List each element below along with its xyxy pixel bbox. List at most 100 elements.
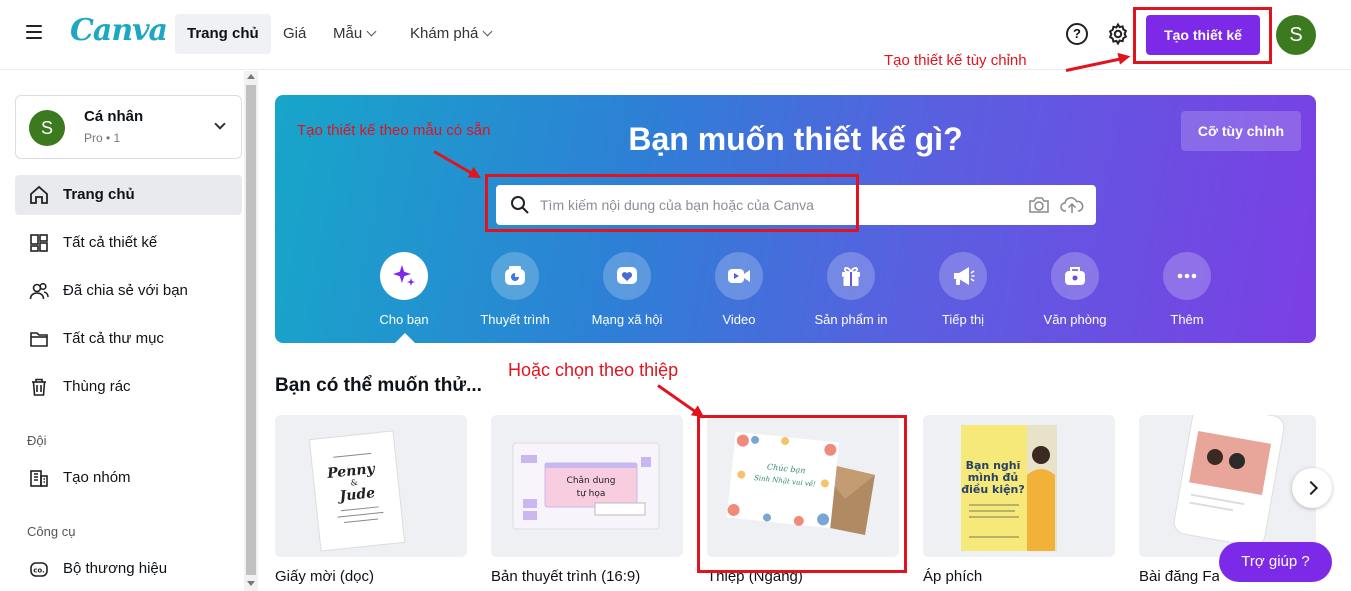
menu-icon[interactable]	[26, 25, 42, 43]
highlight-box-create	[1133, 7, 1272, 64]
home-icon	[30, 185, 48, 204]
category-label: Mạng xã hội	[591, 312, 663, 327]
sidebar-item-label: Đã chia sẻ với bạn	[63, 282, 188, 299]
sidebar-item-label: Thùng rác	[63, 378, 131, 395]
thumb-text: điều kiện?	[961, 483, 1025, 496]
nav-discover[interactable]: Khám phá	[398, 14, 503, 54]
help-button[interactable]: Trợ giúp ?	[1219, 542, 1332, 582]
category-marketing[interactable]: Tiếp thị	[913, 252, 1013, 327]
section-heading-tools: Công cụ	[27, 524, 76, 539]
category-label: Tiếp thị	[941, 312, 985, 327]
account-avatar: S	[29, 110, 65, 146]
annotation-from-template: Tạo thiết kế theo mẫu có sẵn	[297, 122, 491, 139]
poster-thumbnail: Bạn nghĩ mình đủ điều kiện?	[961, 425, 1057, 551]
template-card-presentation[interactable]: Chân dung tự họa	[491, 415, 683, 557]
sidebar-item-label: Tất cả thiết kế	[63, 234, 158, 251]
sidebar-item-label: Tất cả thư mục	[63, 330, 164, 347]
sidebar-item-label: Tạo nhóm	[63, 469, 131, 486]
template-card-label[interactable]: Giấy mời (dọc)	[275, 568, 374, 585]
grid-icon	[30, 234, 48, 252]
presentation-icon	[505, 266, 525, 285]
trash-icon	[32, 378, 46, 396]
template-card-label[interactable]: Bài đăng Face	[1139, 568, 1219, 585]
brand-kit-icon: co.	[30, 562, 48, 577]
template-card-label[interactable]: Áp phích	[923, 568, 982, 585]
template-card-label[interactable]: Bản thuyết trình (16:9)	[491, 568, 640, 585]
sidebar-item-label: Bộ thương hiệu	[63, 560, 168, 577]
highlight-box-greeting	[697, 415, 907, 573]
custom-size-button[interactable]: Cỡ tùy chỉnh	[1181, 111, 1301, 151]
thumb-text: Chân dung	[567, 476, 616, 486]
svg-text:co.: co.	[33, 567, 45, 575]
sparkle-icon	[393, 265, 415, 286]
account-plan: Pro • 1	[84, 131, 121, 145]
template-card-facebook[interactable]	[1139, 415, 1316, 557]
chevron-down-icon	[366, 26, 377, 37]
sidebar-item-home[interactable]: Trang chủ	[15, 175, 242, 215]
scroll-up-icon[interactable]	[247, 74, 255, 79]
nav-discover-label: Khám phá	[410, 25, 479, 42]
facebook-post-thumbnail	[1173, 415, 1285, 547]
category-label: Cho bạn	[379, 312, 429, 327]
category-label: Thuyết trình	[480, 312, 550, 327]
account-switcher[interactable]: S Cá nhân Pro • 1	[15, 95, 242, 159]
category-label: Sản phẩm in	[814, 312, 888, 327]
building-icon	[30, 470, 48, 487]
section-title: Bạn có thể muốn thử...	[275, 375, 482, 396]
megaphone-icon	[954, 267, 975, 285]
gift-icon	[842, 267, 860, 286]
gear-icon[interactable]	[1106, 22, 1130, 46]
sidebar-item-create-team[interactable]: Tạo nhóm	[15, 458, 242, 498]
sidebar-item-shared[interactable]: Đã chia sẻ với bạn	[15, 271, 242, 311]
category-social[interactable]: Mạng xã hội	[577, 252, 677, 327]
chevron-down-icon	[482, 26, 493, 37]
scroll-down-icon[interactable]	[247, 581, 255, 586]
nav-templates-label: Mẫu	[333, 25, 363, 42]
category-more[interactable]: Thêm	[1137, 252, 1237, 327]
template-card-poster[interactable]: Bạn nghĩ mình đủ điều kiện?	[923, 415, 1115, 557]
nav-pricing[interactable]: Giá	[271, 14, 318, 54]
thumb-text: tự họa	[577, 489, 606, 499]
template-card-invitation[interactable]: Penny & Jude	[275, 415, 467, 557]
sidebar-item-folders[interactable]: Tất cả thư mục	[15, 319, 242, 359]
more-icon	[1177, 273, 1197, 279]
nav-templates[interactable]: Mẫu	[321, 14, 387, 54]
section-heading-team: Đội	[27, 433, 47, 448]
sidebar-scrollbar[interactable]	[244, 71, 258, 591]
category-video[interactable]: Video	[689, 252, 789, 327]
scroll-thumb[interactable]	[246, 85, 256, 575]
upload-icon[interactable]	[1060, 195, 1084, 215]
category-label: Văn phòng	[1043, 312, 1107, 327]
annotation-choose-card: Hoặc chọn theo thiệp	[508, 360, 679, 380]
account-name: Cá nhân	[84, 108, 144, 125]
category-presentation[interactable]: Thuyết trình	[465, 252, 565, 327]
avatar[interactable]: S	[1276, 15, 1316, 55]
nav-home[interactable]: Trang chủ	[175, 14, 271, 54]
selected-indicator	[395, 333, 415, 343]
annotation-arrow	[657, 384, 702, 417]
chevron-down-icon	[214, 118, 226, 130]
category-office[interactable]: Văn phòng	[1025, 252, 1125, 327]
camera-icon[interactable]	[1028, 195, 1050, 215]
people-icon	[29, 282, 49, 300]
category-print[interactable]: Sản phẩm in	[801, 252, 901, 327]
video-icon	[728, 269, 750, 283]
category-label: Video	[722, 312, 756, 327]
annotation-custom-design: Tạo thiết kế tùy chỉnh	[884, 52, 1027, 69]
category-for-you[interactable]: Cho bạn	[354, 252, 454, 327]
highlight-box-search	[485, 174, 859, 232]
sidebar: S Cá nhân Pro • 1 Trang chủ Tất cả thiết…	[0, 71, 258, 591]
sidebar-item-trash[interactable]: Thùng rác	[15, 367, 242, 407]
sidebar-item-label: Trang chủ	[63, 186, 135, 203]
invitation-thumbnail: Penny & Jude	[308, 430, 406, 552]
heart-icon	[617, 267, 637, 284]
sidebar-item-all-designs[interactable]: Tất cả thiết kế	[15, 223, 242, 263]
help-icon[interactable]: ?	[1066, 23, 1088, 45]
canva-logo[interactable]: Canva	[70, 13, 168, 48]
sidebar-item-brand-kit[interactable]: co. Bộ thương hiệu	[15, 549, 242, 589]
category-label: Thêm	[1170, 312, 1204, 327]
briefcase-icon	[1065, 267, 1085, 285]
presentation-thumbnail: Chân dung tự họa	[512, 442, 660, 530]
carousel-next-button[interactable]	[1292, 468, 1332, 508]
folder-icon	[30, 332, 48, 347]
